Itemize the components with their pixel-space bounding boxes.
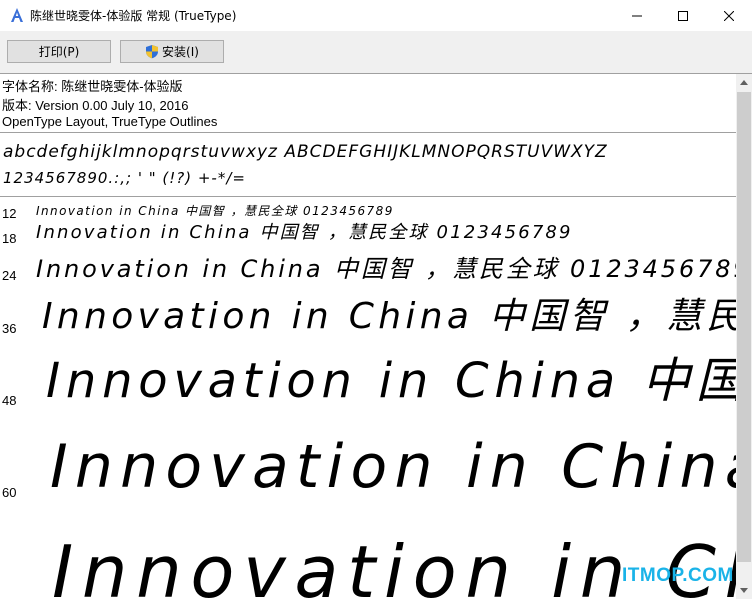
install-button[interactable]: 安装(I) (120, 40, 224, 63)
print-button-label: 打印(P) (38, 45, 80, 59)
sample-text: Innovation in China 中国智 ，慧民全球 0123456789 (36, 222, 573, 243)
font-type-line: OpenType Layout, TrueType Outlines (2, 114, 218, 129)
divider (0, 196, 736, 197)
close-button[interactable] (706, 0, 752, 31)
sample-text: Innovation in China 中国智 ，慧民全球 0123456789 (46, 353, 736, 409)
minimize-button[interactable] (614, 0, 660, 31)
sample-size-label: 24 (2, 268, 17, 283)
close-icon (724, 10, 734, 21)
window-title: 陈继世晓雯体-体验版 常规 (TrueType) (30, 9, 237, 23)
minimize-icon (632, 15, 642, 16)
divider (0, 132, 736, 133)
sample-size-label: 12 (2, 206, 17, 221)
sample-size-label: 36 (2, 321, 17, 336)
sample-text: Innovation in China 中国智 ，慧民全球 0123456789 (50, 432, 736, 502)
sample-size-label: 48 (2, 393, 17, 408)
watermark: ITMOP.COM (622, 565, 734, 586)
chevron-down-icon (740, 588, 748, 593)
scroll-down-button[interactable] (736, 582, 752, 599)
shield-icon (145, 44, 159, 59)
print-button[interactable]: 打印(P) (7, 40, 111, 63)
install-button-label: 安装(I) (162, 45, 199, 59)
maximize-button[interactable] (660, 0, 706, 31)
maximize-icon (678, 10, 688, 21)
sample-size-label: 60 (2, 485, 17, 500)
sample-text: Innovation in China 中国智 ，慧民全球 0123456789 (42, 296, 736, 337)
charset-letters: abcdefghijklmnopqrstuvwxyz ABCDEFGHIJKLM… (3, 142, 608, 162)
font-name-line: 字体名称: 陈继世晓雯体-体验版 (2, 79, 183, 94)
toolbar: 打印(P) 安装(I) (0, 31, 752, 74)
sample-size-label: 18 (2, 231, 17, 246)
title-bar: 陈继世晓雯体-体验版 常规 (TrueType) (0, 0, 752, 31)
font-file-icon (8, 6, 26, 24)
chevron-up-icon (740, 80, 748, 85)
font-preview-pane: 字体名称: 陈继世晓雯体-体验版 版本: Version 0.00 July 1… (0, 74, 736, 599)
sample-text: Innovation in China 中国智 ，慧民全球 0123456789 (36, 204, 394, 218)
charset-symbols: 1234567890.:,; ' " (!?) +-*/= (3, 169, 246, 187)
scroll-up-button[interactable] (736, 74, 752, 91)
vertical-scrollbar[interactable] (736, 74, 752, 599)
sample-text: Innovation in China 中国智 ，慧民全球 0123456789 (36, 255, 736, 283)
scroll-thumb[interactable] (737, 92, 751, 562)
font-version-line: 版本: Version 0.00 July 10, 2016 (2, 98, 189, 113)
